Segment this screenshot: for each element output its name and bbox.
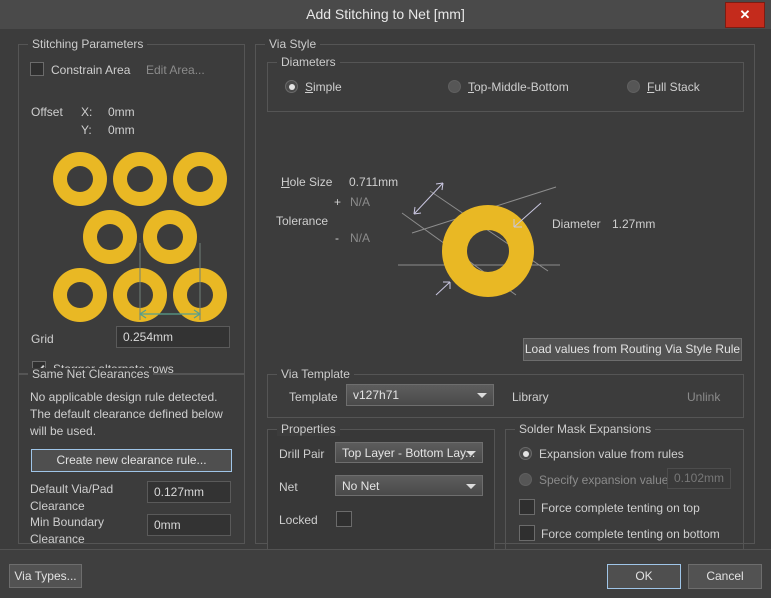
- template-label: Template: [289, 390, 338, 404]
- via-grid-preview: [53, 147, 228, 327]
- via-types-button[interactable]: Via Types...: [9, 564, 82, 588]
- via-template-group: Via Template Template v127h71 Library Un…: [267, 374, 744, 418]
- expansion-from-rules-radio[interactable]: [519, 447, 532, 460]
- expansion-from-rules-label: Expansion value from rules: [539, 447, 684, 461]
- offset-label: Offset: [31, 105, 63, 119]
- diameters-option-top-middle-bottom-radio[interactable]: [448, 80, 461, 93]
- solder-mask-expansions-group: Solder Mask Expansions Expansion value f…: [505, 429, 744, 551]
- template-combobox-value: v127h71: [353, 388, 399, 402]
- close-icon[interactable]: ✕: [725, 2, 765, 28]
- diameters-option-simple-text: imple: [313, 80, 342, 94]
- stitching-parameters-legend: Stitching Parameters: [28, 38, 147, 51]
- tolerance-label: Tolerance: [276, 214, 328, 228]
- clearance-message-line2: The default clearance defined below: [30, 407, 223, 421]
- specify-expansion-value-label: Specify expansion value: [539, 473, 668, 487]
- force-tenting-bottom-checkbox[interactable]: [519, 525, 535, 541]
- drill-pair-combobox-value: Top Layer - Bottom Lay...: [342, 446, 475, 460]
- default-clearance-label-line2: Clearance: [30, 499, 85, 513]
- same-net-clearances-group: Same Net Clearances No applicable design…: [18, 374, 245, 544]
- dialog-body: Stitching Parameters Constrain Area Edit…: [0, 29, 771, 549]
- drill-pair-combobox[interactable]: Top Layer - Bottom Lay...: [335, 442, 483, 463]
- ok-button[interactable]: OK: [607, 564, 681, 589]
- constrain-area-checkbox[interactable]: [30, 62, 44, 76]
- min-boundary-label-line2: Clearance: [30, 532, 85, 546]
- solder-mask-expansions-legend: Solder Mask Expansions: [515, 423, 655, 436]
- net-combobox-value: No Net: [342, 479, 379, 493]
- stitching-parameters-group: Stitching Parameters Constrain Area Edit…: [18, 44, 245, 374]
- create-new-clearance-rule-button[interactable]: Create new clearance rule...: [31, 449, 232, 472]
- same-net-clearances-legend: Same Net Clearances: [28, 368, 153, 381]
- tolerance-plus-value[interactable]: N/A: [350, 195, 370, 209]
- edit-area-button[interactable]: Edit Area...: [146, 63, 205, 77]
- net-combobox[interactable]: No Net: [335, 475, 483, 496]
- min-boundary-clearance-input[interactable]: 0mm: [147, 514, 231, 536]
- library-label: Library: [512, 390, 549, 404]
- grid-input[interactable]: 0.254mm: [116, 326, 230, 348]
- locked-checkbox[interactable]: [336, 511, 352, 527]
- add-stitching-dialog: Add Stitching to Net [mm] ✕ Stitching Pa…: [0, 0, 771, 598]
- offset-y-label: Y:: [81, 123, 92, 137]
- hole-size-label-text: ole Size: [290, 175, 333, 189]
- tolerance-plus-sign: +: [334, 195, 341, 209]
- via-template-legend: Via Template: [277, 368, 354, 381]
- specify-expansion-value-radio[interactable]: [519, 473, 532, 486]
- default-clearance-label-line1: Default Via/Pad: [30, 482, 113, 496]
- default-clearance-input[interactable]: 0.127mm: [147, 481, 231, 503]
- load-values-from-routing-via-style-rule-button[interactable]: Load values from Routing Via Style Rule: [523, 338, 742, 361]
- dialog-footer: Via Types... OK Cancel: [0, 549, 771, 598]
- properties-legend: Properties: [277, 423, 340, 436]
- hole-size-label: Hole Size: [281, 175, 332, 189]
- chevron-down-icon: [466, 451, 476, 456]
- force-tenting-top-checkbox[interactable]: [519, 499, 535, 515]
- diameter-value[interactable]: 1.27mm: [612, 217, 655, 231]
- tolerance-minus-value[interactable]: N/A: [350, 231, 370, 245]
- title-bar: Add Stitching to Net [mm] ✕: [0, 0, 771, 30]
- properties-group: Properties Drill Pair Top Layer - Bottom…: [267, 429, 495, 551]
- via-style-legend: Via Style: [265, 38, 320, 51]
- drill-pair-label: Drill Pair: [279, 447, 324, 461]
- grid-label: Grid: [31, 332, 54, 346]
- diameters-option-top-middle-bottom-label: Top-Middle-Bottom: [468, 80, 569, 94]
- diameters-option-full-stack-text: ull Stack: [654, 80, 699, 94]
- clearance-message-line3: will be used.: [30, 424, 96, 438]
- min-boundary-label-line1: Min Boundary: [30, 515, 104, 529]
- unlink-button[interactable]: Unlink: [687, 390, 720, 404]
- offset-y-value[interactable]: 0mm: [108, 123, 135, 137]
- dialog-title: Add Stitching to Net [mm]: [0, 0, 771, 29]
- via-illustration: [396, 155, 566, 300]
- locked-label: Locked: [279, 513, 318, 527]
- diameters-legend: Diameters: [277, 56, 340, 69]
- net-label: Net: [279, 480, 298, 494]
- diameters-option-top-middle-bottom-text: op-Middle-Bottom: [474, 80, 569, 94]
- template-combobox[interactable]: v127h71: [346, 384, 494, 406]
- constrain-area-label: Constrain Area: [51, 63, 130, 77]
- tolerance-minus-sign: -: [335, 231, 339, 245]
- specify-expansion-value-input[interactable]: 0.102mm: [667, 468, 731, 489]
- force-tenting-bottom-label: Force complete tenting on bottom: [541, 527, 720, 541]
- hole-size-value[interactable]: 0.711mm: [349, 175, 398, 189]
- diameters-group: Diameters Simple Top-Middle-Bottom Full …: [267, 62, 744, 112]
- offset-x-label: X:: [81, 105, 92, 119]
- diameters-option-full-stack-label: Full Stack: [647, 80, 700, 94]
- clearance-message-line1: No applicable design rule detected.: [30, 390, 217, 404]
- chevron-down-icon: [477, 393, 487, 398]
- force-tenting-top-label: Force complete tenting on top: [541, 501, 700, 515]
- offset-x-value[interactable]: 0mm: [108, 105, 135, 119]
- diameters-option-full-stack-radio[interactable]: [627, 80, 640, 93]
- chevron-down-icon: [466, 484, 476, 489]
- diameters-option-simple-radio[interactable]: [285, 80, 298, 93]
- diameters-option-simple-label: Simple: [305, 80, 342, 94]
- cancel-button[interactable]: Cancel: [688, 564, 762, 589]
- via-style-group: Via Style Diameters Simple Top-Middle-Bo…: [255, 44, 755, 544]
